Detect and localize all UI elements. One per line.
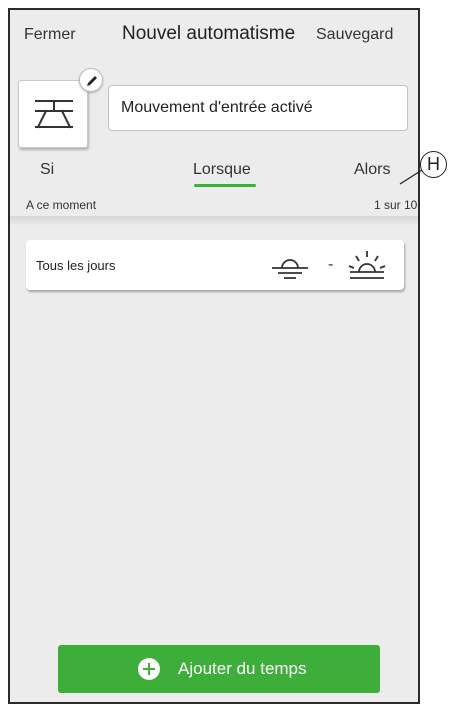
close-button[interactable]: Fermer (24, 26, 76, 44)
app-screen: Fermer Nouvel automatisme Sauvegard Si L… (8, 8, 420, 704)
save-button[interactable]: Sauvegard (316, 26, 393, 44)
section-divider (10, 216, 418, 226)
tab-si[interactable]: Si (40, 161, 54, 179)
header: Fermer Nouvel automatisme Sauvegard (10, 10, 418, 58)
section-counter: 1 sur 10 (374, 198, 418, 212)
automation-icon-tile[interactable] (18, 80, 88, 148)
tab-lorsque[interactable]: Lorsque (193, 161, 251, 179)
add-time-label: Ajouter du temps (178, 659, 307, 678)
shutter-icon (35, 100, 73, 129)
sunset-icon (272, 259, 308, 279)
tab-alors[interactable]: Alors (354, 161, 390, 179)
edit-icon-button[interactable] (79, 68, 103, 92)
time-range-separator: - (328, 256, 334, 273)
pencil-icon (87, 76, 97, 86)
plus-circle-icon (138, 658, 160, 680)
tab-selected-indicator (194, 184, 256, 187)
time-row[interactable]: Tous les jours - (26, 240, 404, 290)
section-title: A ce moment (26, 198, 97, 212)
page-title: Nouvel automatisme (122, 23, 296, 44)
sunrise-icon (348, 251, 386, 279)
callout-marker: H (420, 151, 447, 178)
automation-name-field[interactable] (108, 85, 408, 131)
time-row-label: Tous les jours (36, 258, 116, 273)
add-time-button[interactable]: Ajouter du temps (58, 645, 380, 693)
